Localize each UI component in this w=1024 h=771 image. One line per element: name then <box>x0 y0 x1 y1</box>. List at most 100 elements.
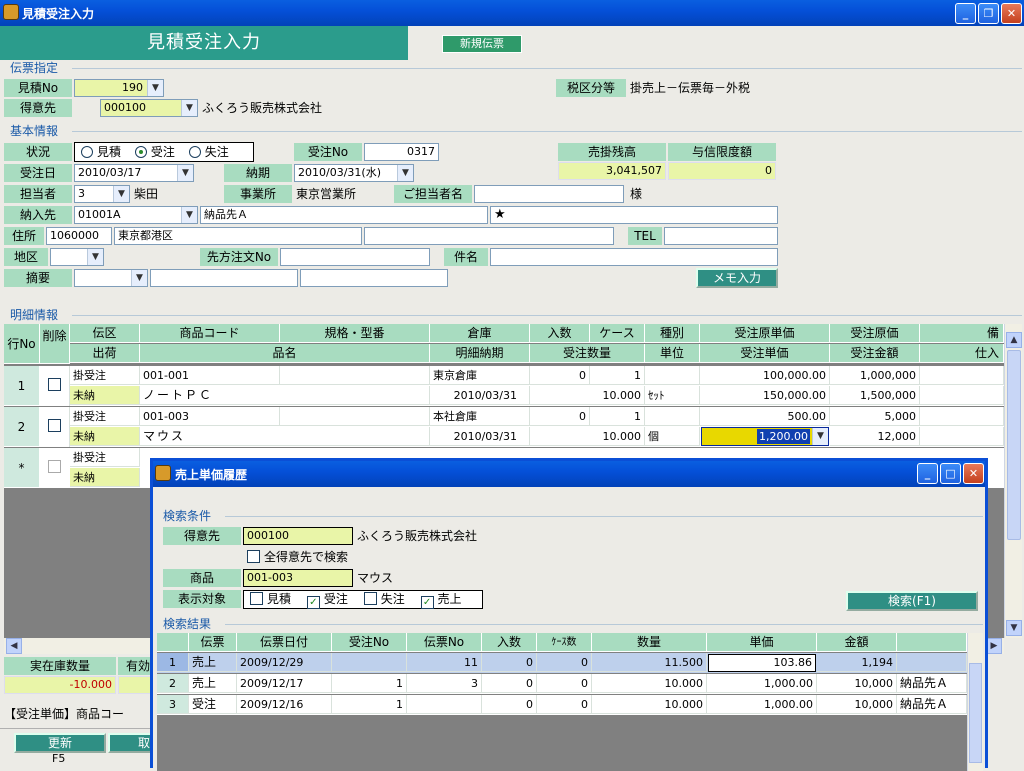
address2-field[interactable] <box>364 227 614 245</box>
irisu-cell[interactable]: 0 <box>530 407 590 426</box>
result-denpyo-cell[interactable] <box>407 695 482 714</box>
search-button[interactable]: 検索(F1) <box>846 591 978 611</box>
scroll-left-icon[interactable]: ◀ <box>6 638 22 654</box>
case-cell[interactable]: 1 <box>590 407 645 426</box>
qty-cell[interactable]: 10.000 <box>530 386 645 405</box>
dialog-minimize-icon[interactable]: _ <box>917 463 938 484</box>
zip-field[interactable]: 1060000 <box>46 227 112 245</box>
target-uriage-checkbox[interactable]: ✓ 売上 <box>420 592 462 609</box>
soko-cell[interactable]: 東京倉庫 <box>430 366 530 385</box>
result-dest-cell[interactable]: 納品先Ａ <box>897 674 967 693</box>
result-case-cell[interactable]: 0 <box>537 653 592 672</box>
name-cell[interactable]: マウス <box>140 427 430 446</box>
close-icon[interactable]: ✕ <box>1001 3 1022 24</box>
tekiyo-select[interactable]: ▼ <box>74 269 148 287</box>
shiire-cell[interactable] <box>920 386 1004 405</box>
tel-field[interactable] <box>664 227 778 245</box>
target-mitsumori-checkbox[interactable]: 見積 <box>250 592 291 606</box>
result-scrollbar[interactable] <box>967 633 983 771</box>
result-case-cell[interactable]: 0 <box>537 674 592 693</box>
genka-cell[interactable]: 1,000,000 <box>830 366 920 385</box>
chiku-field[interactable]: ▼ <box>50 248 104 266</box>
table-row[interactable]: 1 売上 2009/12/29 11 0 0 11.500 103.86 1,1… <box>157 653 967 673</box>
nonyu-code-field[interactable]: 01001A ▼ <box>74 206 198 224</box>
noki-cell[interactable]: 2010/03/31 <box>430 386 530 405</box>
result-date-cell[interactable]: 2009/12/16 <box>237 695 332 714</box>
status-radio-juchu[interactable]: 受注 <box>134 145 175 159</box>
kingaku-cell[interactable]: 12,000 <box>830 427 920 446</box>
delete-checkbox[interactable] <box>48 460 61 473</box>
shukka-cell[interactable]: 未納 <box>70 386 140 405</box>
chevron-down-icon[interactable]: ▼ <box>113 186 129 202</box>
kingaku-cell[interactable]: 1,500,000 <box>830 386 920 405</box>
status-radio-shitchu[interactable]: 失注 <box>188 145 229 159</box>
result-irisu-cell[interactable]: 0 <box>482 674 537 693</box>
result-irisu-cell[interactable]: 0 <box>482 653 537 672</box>
scroll-up-icon[interactable]: ▲ <box>1006 332 1022 348</box>
result-tanka-cell[interactable]: 1,000.00 <box>707 695 817 714</box>
dialog-maximize-icon[interactable]: □ <box>940 463 961 484</box>
name-cell[interactable]: ノートＰＣ <box>140 386 430 405</box>
scroll-down-icon[interactable]: ▼ <box>1006 620 1022 636</box>
scroll-right-icon[interactable]: ▶ <box>986 638 1002 654</box>
update-button[interactable]: 更新 <box>14 733 106 753</box>
result-date-cell[interactable]: 2009/12/17 <box>237 674 332 693</box>
chevron-down-icon[interactable]: ▼ <box>147 80 163 96</box>
result-denpyo-cell[interactable]: 11 <box>407 653 482 672</box>
gotanto-field[interactable] <box>474 185 624 203</box>
table-row[interactable]: 2 売上 2009/12/17 1 3 0 0 10.000 1,000.00 … <box>157 674 967 694</box>
delete-checkbox[interactable] <box>48 419 61 432</box>
tekiyo-field2[interactable] <box>300 269 448 287</box>
result-kingaku-cell[interactable]: 10,000 <box>817 695 897 714</box>
chevron-down-icon[interactable]: ▼ <box>397 165 413 181</box>
result-qty-cell[interactable]: 10.000 <box>592 695 707 714</box>
result-kingaku-cell[interactable]: 1,194 <box>817 653 897 672</box>
result-juchu-cell[interactable]: 1 <box>332 674 407 693</box>
kenmei-field[interactable] <box>490 248 778 266</box>
tekiyo-field1[interactable] <box>150 269 298 287</box>
genka-cell[interactable]: 5,000 <box>830 407 920 426</box>
unit-cell[interactable]: ｾｯﾄ <box>645 386 700 405</box>
dialog-close-icon[interactable]: ✕ <box>963 463 984 484</box>
result-tanka-cell-active[interactable]: 103.86 <box>708 654 816 672</box>
irisu-cell[interactable]: 0 <box>530 366 590 385</box>
result-denpyo-cell[interactable]: 3 <box>407 674 482 693</box>
scroll-thumb[interactable] <box>1007 350 1021 540</box>
status-radio-mitsumori[interactable]: 見積 <box>81 145 121 159</box>
juchu-no-field[interactable]: 0317 <box>364 143 439 161</box>
result-kingaku-cell[interactable]: 10,000 <box>817 674 897 693</box>
result-type-cell[interactable]: 売上 <box>189 674 237 693</box>
table-row[interactable]: 2 掛受注 001-003 本社倉庫 0 1 500.00 5,000 未納 マ… <box>4 407 1004 447</box>
result-irisu-cell[interactable]: 0 <box>482 695 537 714</box>
unit-cell[interactable]: 個 <box>645 427 700 446</box>
result-type-cell[interactable]: 受注 <box>189 695 237 714</box>
result-juchu-cell[interactable]: 1 <box>332 695 407 714</box>
result-date-cell[interactable]: 2009/12/29 <box>237 653 332 672</box>
delete-checkbox[interactable] <box>48 378 61 391</box>
new-slip-button[interactable]: 新規伝票 <box>442 35 522 53</box>
all-customers-checkbox[interactable]: 全得意先で検索 <box>247 548 348 566</box>
denku-cell[interactable]: 掛受注 <box>70 448 140 467</box>
tanto-code-field[interactable]: 3 ▼ <box>74 185 130 203</box>
result-qty-cell[interactable]: 10.000 <box>592 674 707 693</box>
code-cell[interactable]: 001-001 <box>140 366 280 385</box>
result-type-cell[interactable]: 売上 <box>189 653 237 672</box>
result-scroll-thumb[interactable] <box>969 663 982 763</box>
shubetsu-cell[interactable] <box>645 366 700 385</box>
chevron-down-icon[interactable]: ▼ <box>177 165 193 181</box>
chevron-down-icon[interactable]: ▼ <box>87 249 103 265</box>
shukka-cell[interactable]: 未納 <box>70 468 140 487</box>
restore-icon[interactable]: ❐ <box>978 3 999 24</box>
address-field[interactable]: 東京都港区 <box>114 227 362 245</box>
nonyu-name-field[interactable]: 納品先Ａ <box>200 206 488 224</box>
result-dest-cell[interactable] <box>897 653 967 672</box>
dialog-shohin-code[interactable]: 001-003 <box>243 569 353 587</box>
grid-scrollbar-vertical[interactable]: ▲ ▼ <box>1004 324 1022 638</box>
juchu-date-field[interactable]: 2010/03/17 ▼ <box>74 164 194 182</box>
genka-tanka-cell[interactable]: 500.00 <box>700 407 830 426</box>
genka-tanka-cell[interactable]: 100,000.00 <box>700 366 830 385</box>
result-qty-cell[interactable]: 11.500 <box>592 653 707 672</box>
mitsumori-no-field[interactable]: 190 ▼ <box>74 79 164 97</box>
target-shitchu-checkbox[interactable]: 失注 <box>363 592 405 606</box>
soko-cell[interactable]: 本社倉庫 <box>430 407 530 426</box>
